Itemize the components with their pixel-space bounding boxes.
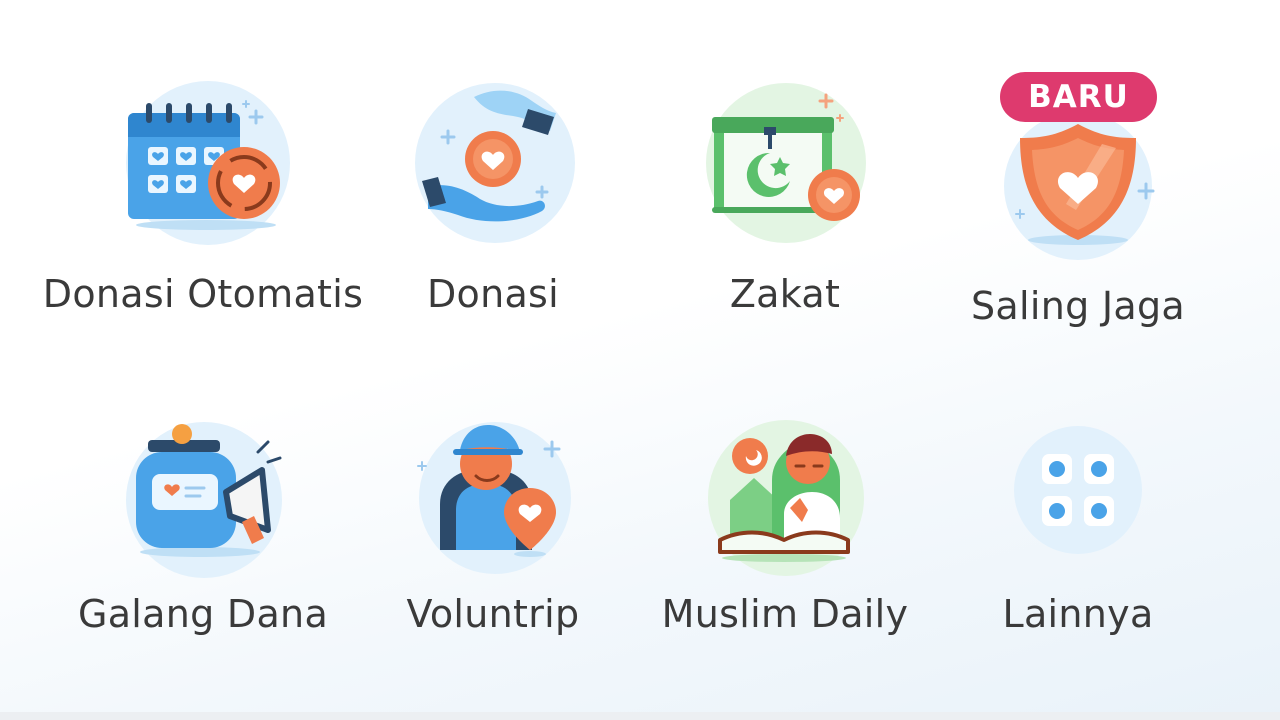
menu-grid: Donasi Otomatis Donasi Zakat BARU Saling…	[0, 0, 1280, 720]
bottom-divider	[0, 712, 1280, 720]
menu-label: Muslim Daily	[661, 592, 909, 636]
zakat-frame-icon	[690, 75, 880, 265]
calendar-recurring-icon	[108, 75, 298, 265]
donation-hands-icon	[400, 75, 590, 265]
menu-label: Donasi Otomatis	[42, 272, 364, 316]
menu-label: Donasi	[426, 272, 560, 316]
menu-label: Lainnya	[1002, 592, 1154, 636]
jar-megaphone-icon	[108, 400, 298, 590]
new-badge: BARU	[1000, 72, 1157, 122]
more-grid-icon	[982, 392, 1172, 582]
menu-label: Galang Dana	[77, 592, 329, 636]
menu-label: Zakat	[729, 272, 841, 316]
volunteer-icon	[400, 400, 590, 590]
menu-label: Saling Jaga	[970, 284, 1185, 328]
muslim-prayer-icon	[690, 400, 880, 590]
menu-label: Voluntrip	[406, 592, 580, 636]
